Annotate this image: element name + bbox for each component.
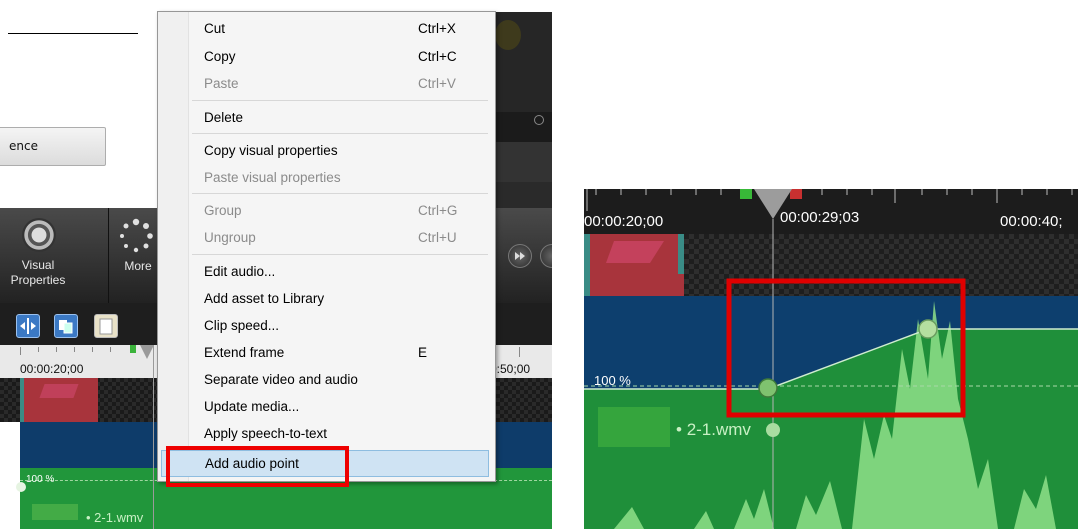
audio-point-handle[interactable]	[16, 482, 26, 492]
copy-icon	[59, 320, 73, 334]
canvas-preview-area	[490, 12, 552, 208]
ruler-time-playhead: 00:00:29;03	[780, 209, 859, 226]
context-menu: Cut Ctrl+X Copy Ctrl+C Paste Ctrl+V Delete …	[157, 11, 496, 482]
clip-start-handle	[766, 423, 780, 437]
audio-clip-name: • 2-1.wmv	[676, 420, 751, 439]
audio-clip-thumbnail	[32, 504, 78, 520]
next-frame-button[interactable]	[540, 244, 552, 268]
more-button[interactable]: More	[118, 259, 158, 274]
ruler-time-end: 0:50;00	[490, 362, 531, 376]
cursor-highlight	[495, 20, 521, 50]
menu-item-separate-video-and-audio[interactable]: Separate video and audio	[160, 366, 491, 393]
menu-separator	[192, 254, 488, 255]
menu-item-add-asset-to-library[interactable]: Add asset to Library	[160, 285, 491, 312]
zoomed-timeline: 00:00:20;00 00:00:29;03 00:00:40; 100 % …	[584, 189, 1078, 529]
in-point-marker[interactable]	[130, 345, 136, 353]
fast-forward-button[interactable]	[508, 244, 532, 268]
menu-item-paste[interactable]: Paste Ctrl+V	[160, 70, 491, 97]
divider-line	[8, 33, 138, 34]
menu-item-group[interactable]: Group Ctrl+G	[160, 197, 491, 224]
highlight-box-add-audio-point	[166, 446, 349, 487]
menu-item-update-media[interactable]: Update media...	[160, 393, 491, 420]
toolbar-divider	[108, 208, 109, 303]
playhead-handle[interactable]	[140, 345, 154, 359]
paste-clip-button[interactable]	[94, 314, 118, 338]
volume-label: 100 %	[26, 474, 55, 485]
audio-clip-name: • 2-1.wmv	[86, 510, 144, 525]
playhead-line	[153, 345, 154, 529]
right-zoomed-panel: 00:00:20;00 00:00:29;03 00:00:40; 100 % …	[584, 189, 1078, 529]
fast-forward-icon	[515, 252, 525, 260]
menu-separator	[192, 133, 488, 134]
audio-point-1	[758, 378, 778, 398]
in-point-marker	[740, 189, 752, 199]
split-button[interactable]	[16, 314, 40, 338]
menu-item-apply-speech-to-text[interactable]: Apply speech-to-text	[160, 420, 491, 447]
ruler-time-right: 00:00:40;	[1000, 213, 1063, 230]
copy-clip-button[interactable]	[54, 314, 78, 338]
volume-label: 100 %	[594, 373, 631, 388]
menu-item-clip-speed[interactable]: Clip speed...	[160, 312, 491, 339]
menu-item-paste-visual-properties[interactable]: Paste visual properties	[160, 164, 491, 191]
menu-item-ungroup[interactable]: Ungroup Ctrl+U	[160, 224, 491, 251]
more-icon[interactable]	[116, 216, 156, 256]
menu-item-edit-audio[interactable]: Edit audio...	[160, 258, 491, 285]
menu-item-cut[interactable]: Cut Ctrl+X	[160, 15, 491, 42]
clip-thumbnail-shape	[39, 384, 79, 398]
playback-marker-icon	[534, 115, 544, 125]
menu-separator	[192, 193, 488, 194]
paste-icon	[99, 318, 113, 335]
ruler-time-start: 00:00:20;00	[20, 362, 84, 376]
ruler-time-left: 00:00:20;00	[584, 213, 663, 230]
menu-item-extend-frame[interactable]: Extend frame E	[160, 339, 491, 366]
menu-item-copy-visual-properties[interactable]: Copy visual properties	[160, 137, 491, 164]
visual-properties-button[interactable]: Visual Properties	[8, 258, 68, 288]
audio-point-2	[918, 319, 938, 339]
menu-separator	[192, 100, 488, 101]
out-point-marker	[790, 189, 802, 199]
sequence-button[interactable]: ence	[0, 127, 106, 166]
left-screenshot-panel: ence Visual Properties More 00:00:20;00 …	[0, 0, 552, 529]
visual-properties-icon[interactable]	[22, 218, 56, 252]
menu-item-delete[interactable]: Delete	[160, 104, 491, 131]
menu-item-copy[interactable]: Copy Ctrl+C	[160, 43, 491, 70]
video-clip-thumbnail[interactable]	[20, 378, 98, 422]
split-icon	[20, 318, 36, 334]
audio-clip-thumbnail	[598, 407, 670, 447]
